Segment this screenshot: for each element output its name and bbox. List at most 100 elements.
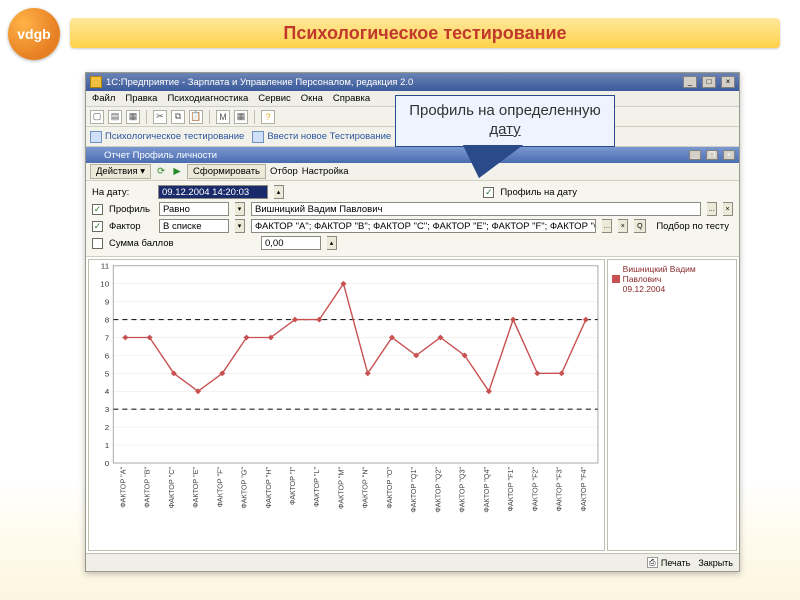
chart-panel: 01234567891011ФАКТОР "A"ФАКТОР "B"ФАКТОР… bbox=[88, 259, 605, 551]
minimize-button[interactable]: _ bbox=[683, 76, 697, 88]
svg-text:ФАКТОР "E": ФАКТОР "E" bbox=[191, 467, 200, 508]
svg-text:ФАКТОР "G": ФАКТОР "G" bbox=[239, 467, 248, 509]
svg-text:6: 6 bbox=[105, 351, 110, 360]
menu-edit[interactable]: Правка bbox=[125, 93, 157, 104]
refresh-icon[interactable]: ⟳ bbox=[155, 166, 167, 178]
factor-checkbox[interactable]: ✓ bbox=[92, 221, 103, 232]
app-window: 1С:Предприятие - Зарплата и Управление П… bbox=[85, 72, 740, 572]
legend-item: Вишницкий Вадим Павлович 09.12.2004 bbox=[612, 264, 732, 294]
profile-op-select[interactable]: Равно bbox=[159, 202, 229, 216]
doc-icon bbox=[90, 131, 102, 143]
report-window: Отчет Профиль личности _ ❐ × Действия ▾ … bbox=[86, 147, 739, 571]
svg-text:ФАКТОР "L": ФАКТОР "L" bbox=[312, 467, 321, 508]
svg-text:ФАКТОР "B": ФАКТОР "B" bbox=[142, 467, 151, 508]
tab-testing[interactable]: Психологическое тестирование bbox=[90, 131, 244, 143]
profile-choose-button[interactable]: … bbox=[707, 202, 717, 216]
factor-value-input[interactable]: ФАКТОР "A"; ФАКТОР "B"; ФАКТОР "C"; ФАКТ… bbox=[251, 219, 596, 233]
callout-line2: дату bbox=[406, 121, 604, 140]
factor-op-select[interactable]: В списке bbox=[159, 219, 229, 233]
export-icon[interactable]: ▶ bbox=[171, 166, 183, 178]
cut-icon[interactable]: ✂ bbox=[153, 110, 167, 124]
close-report-button[interactable]: Закрыть bbox=[698, 558, 733, 568]
date-input[interactable]: 09.12.2004 14:20:03 bbox=[158, 185, 268, 199]
callout-pointer bbox=[465, 147, 519, 177]
svg-text:1: 1 bbox=[105, 441, 109, 450]
close-button[interactable]: × bbox=[721, 76, 735, 88]
svg-text:ФАКТОР "F3": ФАКТОР "F3" bbox=[554, 467, 563, 512]
settings-link[interactable]: Настройка bbox=[302, 166, 349, 177]
open-icon[interactable]: ▤ bbox=[108, 110, 122, 124]
factor-pick-icon[interactable]: Q bbox=[634, 219, 646, 233]
report-action-bar: Действия ▾ ⟳ ▶ Сформировать Отбор Настро… bbox=[86, 163, 739, 181]
svg-text:4: 4 bbox=[105, 387, 110, 396]
slide-title: Психологическое тестирование bbox=[70, 18, 780, 48]
paste-icon[interactable]: 📋 bbox=[189, 110, 203, 124]
legend-panel: Вишницкий Вадим Павлович 09.12.2004 bbox=[607, 259, 737, 551]
svg-text:ФАКТОР "Q2": ФАКТОР "Q2" bbox=[433, 467, 442, 513]
menu-service[interactable]: Сервис bbox=[258, 93, 291, 104]
svg-text:ФАКТОР "Q4": ФАКТОР "Q4" bbox=[482, 467, 491, 513]
svg-text:ФАКТОР "I": ФАКТОР "I" bbox=[288, 467, 297, 505]
svg-text:ФАКТОР "Q1": ФАКТОР "Q1" bbox=[409, 467, 418, 513]
svg-text:5: 5 bbox=[105, 369, 110, 378]
save-icon[interactable]: ▦ bbox=[126, 110, 140, 124]
menu-help[interactable]: Справка bbox=[333, 93, 370, 104]
report-body: 01234567891011ФАКТОР "A"ФАКТОР "B"ФАКТОР… bbox=[86, 257, 739, 553]
calendar-icon[interactable]: ▦ bbox=[234, 110, 248, 124]
callout: Профиль на определенную дату bbox=[395, 95, 615, 147]
help-icon[interactable]: ? bbox=[261, 110, 275, 124]
calc-icon[interactable]: M bbox=[216, 110, 230, 124]
sum-label: Сумма баллов bbox=[109, 238, 179, 249]
callout-line1: Профиль на определенную bbox=[406, 102, 604, 121]
report-icon bbox=[90, 150, 100, 160]
svg-text:3: 3 bbox=[105, 405, 110, 414]
factor-label: Фактор bbox=[109, 221, 153, 232]
factor-choose-button[interactable]: … bbox=[602, 219, 612, 233]
profile-clear-button[interactable]: × bbox=[723, 202, 733, 216]
svg-text:ФАКТОР "F1": ФАКТОР "F1" bbox=[506, 467, 515, 512]
date-spinner[interactable]: ▴ bbox=[274, 185, 284, 199]
svg-text:9: 9 bbox=[105, 298, 110, 307]
menu-file[interactable]: Файл bbox=[92, 93, 115, 104]
profile-label: Профиль bbox=[109, 204, 153, 215]
child-minimize-button[interactable]: _ bbox=[689, 150, 701, 160]
dropdown-icon[interactable]: ▾ bbox=[235, 202, 245, 216]
dropdown-icon[interactable]: ▾ bbox=[235, 219, 245, 233]
app-titlebar: 1С:Предприятие - Зарплата и Управление П… bbox=[86, 73, 739, 91]
profile-value-input[interactable]: Вишницкий Вадим Павлович bbox=[251, 202, 701, 216]
form-button[interactable]: Сформировать bbox=[187, 164, 266, 179]
profile-checkbox[interactable]: ✓ bbox=[92, 204, 103, 215]
new-icon[interactable]: ▢ bbox=[90, 110, 104, 124]
legend-name: Вишницкий Вадим Павлович bbox=[623, 264, 696, 284]
status-bar: ⎙Печать Закрыть bbox=[86, 553, 739, 571]
menu-psych[interactable]: Психодиагностика bbox=[167, 93, 248, 104]
printer-icon: ⎙ bbox=[647, 557, 658, 568]
print-button[interactable]: ⎙Печать bbox=[647, 557, 690, 568]
factor-clear-button[interactable]: × bbox=[618, 219, 628, 233]
child-close-button[interactable]: × bbox=[723, 150, 735, 160]
sum-spinner[interactable]: ▴ bbox=[327, 236, 337, 250]
profile-on-date-checkbox[interactable]: ✓ bbox=[483, 187, 494, 198]
svg-text:10: 10 bbox=[100, 280, 110, 289]
svg-text:ФАКТОР "N": ФАКТОР "N" bbox=[361, 467, 370, 509]
svg-text:0: 0 bbox=[105, 459, 110, 468]
svg-text:ФАКТОР "F": ФАКТОР "F" bbox=[215, 467, 224, 508]
filter-link[interactable]: Отбор bbox=[270, 166, 298, 177]
profile-on-date-label: Профиль на дату bbox=[500, 187, 577, 198]
copy-icon[interactable]: ⧉ bbox=[171, 110, 185, 124]
vdgb-logo: vdgb bbox=[8, 8, 60, 60]
sum-input[interactable]: 0,00 bbox=[261, 236, 321, 250]
factor-by-test-button[interactable]: Подбор по тесту bbox=[652, 220, 733, 233]
date-label: На дату: bbox=[92, 187, 152, 198]
sum-checkbox[interactable] bbox=[92, 238, 103, 249]
svg-text:ФАКТОР "F4": ФАКТОР "F4" bbox=[579, 467, 588, 512]
tab-new-test[interactable]: Ввести новое Тестирование bbox=[252, 131, 391, 143]
maximize-button[interactable]: □ bbox=[702, 76, 716, 88]
child-restore-button[interactable]: ❐ bbox=[706, 150, 718, 160]
legend-date: 09.12.2004 bbox=[623, 284, 666, 294]
actions-dropdown[interactable]: Действия ▾ bbox=[90, 164, 151, 179]
legend-color-swatch bbox=[612, 275, 620, 283]
profile-chart: 01234567891011ФАКТОР "A"ФАКТОР "B"ФАКТОР… bbox=[89, 260, 604, 550]
svg-text:ФАКТОР "Q3": ФАКТОР "Q3" bbox=[457, 467, 466, 513]
menu-windows[interactable]: Окна bbox=[301, 93, 323, 104]
